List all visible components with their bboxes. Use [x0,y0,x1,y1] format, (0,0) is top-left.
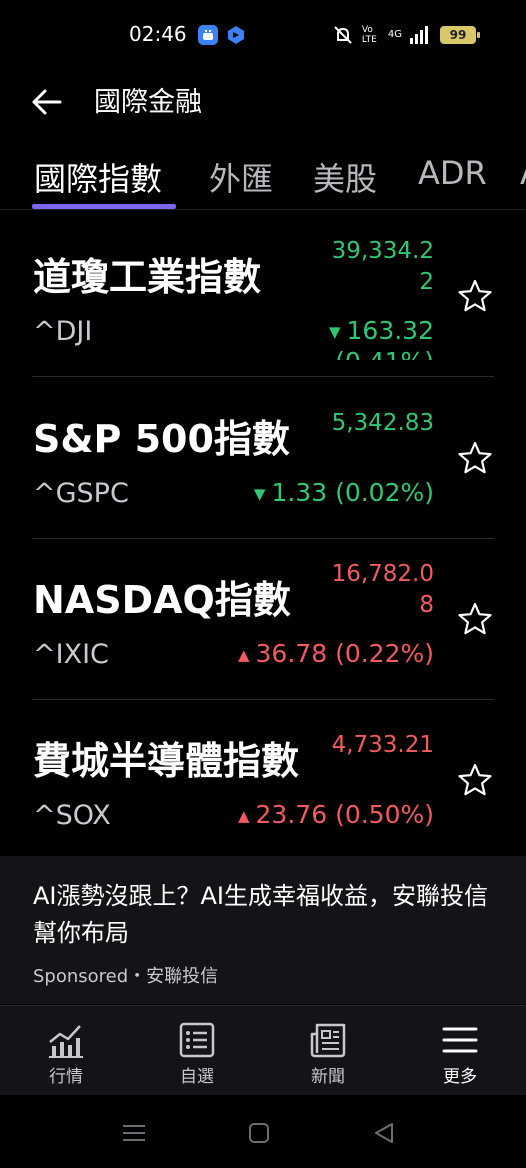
star-icon [458,763,492,796]
index-symbol: ^DJI [33,316,93,347]
index-name: 費城半導體指數 [33,739,300,783]
price-line-1: 4,733.21 [331,732,434,758]
mute-icon [334,26,352,44]
page-title: 國際金融 [94,87,202,118]
index-row-gspc[interactable]: S&P 500指數 ^GSPC 5,342.83 ▼ 1.33 (0.02%) [0,378,526,539]
nav-item-watchlist[interactable]: 自選 [147,1016,247,1092]
home-icon [249,1123,269,1143]
active-tab-indicator [32,204,176,209]
nav-item-quotes[interactable]: 行情 [16,1016,116,1092]
signal-icon [410,26,428,44]
down-arrow-icon: ▼ [253,485,266,503]
index-symbol: ^GSPC [33,478,129,509]
up-arrow-icon: ▲ [237,646,250,664]
index-symbol: ^SOX [33,800,111,831]
row-divider [32,376,494,377]
ad-sponsor-label: Sponsored・安聯投信 [33,966,219,987]
change-percent: (0.02%) [335,478,434,507]
price-line-1: 5,342.83 [331,410,434,436]
sponsored-ad[interactable]: AI漲勢沒跟上？AI生成幸福收益，安聯投信幫你布局 Sponsored・安聯投信 [0,856,526,1004]
notification-app-icon [198,25,218,45]
nav-label: 行情 [49,1067,83,1087]
price-line-2: 8 [419,592,434,618]
menu-icon [442,1027,478,1053]
index-name: NASDAQ指數 [33,578,291,622]
favorite-star-button[interactable] [457,278,493,314]
index-row-sox[interactable]: 費城半導體指數 ^SOX 4,733.21 ▲ 23.76 (0.50%) [0,700,526,861]
star-icon [458,279,492,312]
price-line-1: 16,782.0 [331,561,434,587]
index-name: 道瓊工業指數 [33,255,262,299]
nav-label: 新聞 [311,1067,345,1087]
chart-icon [49,1025,83,1058]
index-price: 4,733.21 [332,730,434,761]
recents-icon [123,1125,145,1141]
index-change: ▲ 36.78 (0.22%) [238,639,434,670]
index-price: 16,782.0 8 [332,559,434,621]
favorite-star-button[interactable] [457,762,493,798]
volte-label: Vo LTE [361,25,377,45]
change-value: 163.32 [346,316,434,345]
tab-forex[interactable]: 外匯 [209,154,273,200]
arrow-left-icon [32,89,62,115]
system-back-button[interactable] [370,1119,398,1147]
price-line-2: 2 [419,269,434,295]
status-icons: Vo LTE 4G [332,24,430,46]
nav-label: 自選 [180,1067,214,1087]
up-arrow-icon: ▲ [237,807,250,825]
triangle-back-icon [375,1123,393,1143]
favorite-star-button[interactable] [457,601,493,637]
favorite-star-button[interactable] [457,440,493,476]
screen: 02:46 Vo LTE 4G 99 國際金融 國際指數 外匯 美股 ADR 道… [0,0,526,1168]
ad-text: AI漲勢沒跟上？AI生成幸福收益，安聯投信幫你布局 [33,882,488,947]
home-button[interactable] [245,1119,273,1147]
index-change: ▼ 1.33 (0.02%) [254,478,434,509]
change-percent: (0.22%) [335,639,434,668]
tab-adr[interactable]: ADR [418,154,487,192]
change-value: 23.76 [255,800,328,829]
recent-apps-button[interactable] [120,1119,148,1147]
back-button[interactable] [28,82,68,122]
nav-item-news[interactable]: 新聞 [278,1016,378,1092]
status-bar: 02:46 Vo LTE 4G 99 [0,0,526,70]
network-label: 4G [387,29,402,40]
star-icon [458,602,492,635]
newspaper-icon [310,1023,346,1058]
down-arrow-icon: ▼ [328,323,341,341]
index-row-dji[interactable]: 道瓊工業指數 ^DJI 39,334.2 2 ▼ 163.32 (0.41%) [0,216,526,377]
tab-bar: 國際指數 外匯 美股 ADR A [0,140,526,210]
tab-international-indices[interactable]: 國際指數 [34,154,162,200]
index-change: ▼ 163.32 (0.41%) [329,316,434,360]
index-name: S&P 500指數 [33,417,290,461]
nav-label: 更多 [443,1067,477,1087]
change-percent: (0.41%) [335,347,434,360]
bottom-nav: 行情 自選 新聞 更多 [0,1005,526,1095]
star-icon [458,441,492,474]
notification-app-icon-2 [226,25,246,45]
price-line-1: 39,334.2 [331,238,434,264]
index-price: 5,342.83 [332,408,434,439]
system-nav-bar [0,1095,526,1168]
change-percent: (0.50%) [335,800,434,829]
tab-more[interactable]: A [520,154,526,192]
index-row-ixic[interactable]: NASDAQ指數 ^IXIC 16,782.0 8 ▲ 36.78 (0.22%) [0,539,526,700]
index-symbol: ^IXIC [33,639,109,670]
tab-us-stocks[interactable]: 美股 [313,154,377,200]
list-icon [179,1022,215,1058]
status-time: 02:46 [129,22,187,46]
app-header: 國際金融 [0,70,526,136]
index-change: ▲ 23.76 (0.50%) [238,800,434,831]
index-price: 39,334.2 2 [332,236,434,298]
change-value: 1.33 [271,478,328,507]
battery-indicator: 99 [440,26,480,44]
change-value: 36.78 [255,639,328,668]
nav-item-more[interactable]: 更多 [410,1016,510,1092]
